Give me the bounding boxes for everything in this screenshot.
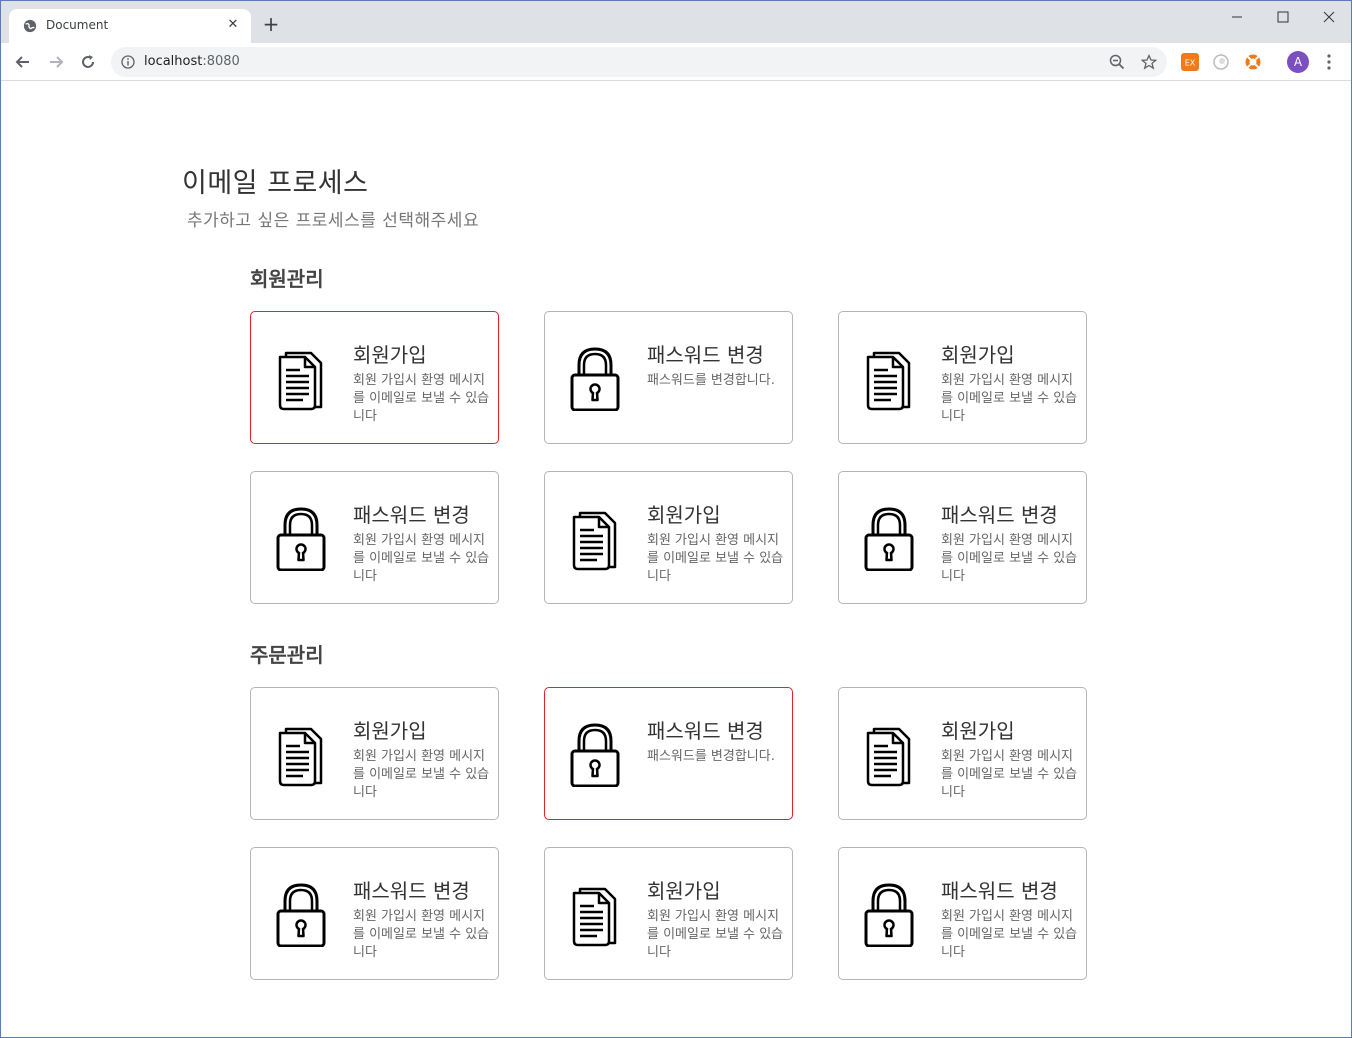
process-card[interactable]: 회원가입회원 가입시 환영 메시지를 이메일로 보낼 수 있습니다 <box>838 311 1087 444</box>
process-card[interactable]: 회원가입회원 가입시 환영 메시지를 이메일로 보낼 수 있습니다 <box>544 847 793 980</box>
document-icon <box>569 881 621 947</box>
lock-icon <box>569 345 621 412</box>
tab-document[interactable]: Document ✕ <box>9 9 251 43</box>
card-title: 회원가입 <box>647 503 721 527</box>
card-title: 회원가입 <box>941 343 1015 367</box>
card-title: 패스워드 변경 <box>941 879 1058 903</box>
card-description: 회원 가입시 환영 메시지를 이메일로 보낼 수 있습니다 <box>353 749 490 800</box>
card-description: 회원 가입시 환영 메시지를 이메일로 보낼 수 있습니다 <box>941 749 1078 800</box>
profile-avatar[interactable]: A <box>1287 51 1309 73</box>
card-title: 패스워드 변경 <box>353 879 470 903</box>
page-subtitle: 추가하고 싶은 프로세스를 선택해주세요 <box>187 211 480 231</box>
close-icon <box>1323 11 1335 23</box>
card-title: 회원가입 <box>353 719 427 743</box>
extension-eye-icon[interactable] <box>1212 53 1230 71</box>
extension-lifebuoy-icon[interactable] <box>1244 53 1262 71</box>
process-card[interactable]: 패스워드 변경회원 가입시 환영 메시지를 이메일로 보낼 수 있습니다 <box>838 471 1087 604</box>
document-icon <box>863 721 915 787</box>
card-description: 패스워드를 변경합니다. <box>647 749 775 764</box>
address-bar[interactable]: localhost:8080 <box>111 47 1167 77</box>
card-title: 패스워드 변경 <box>647 719 764 743</box>
url-text: localhost:8080 <box>144 54 240 69</box>
card-description: 회원 가입시 환영 메시지를 이메일로 보낼 수 있습니다 <box>941 909 1078 960</box>
info-icon[interactable] <box>121 55 135 69</box>
card-title: 패스워드 변경 <box>647 343 764 367</box>
reload-icon[interactable] <box>78 52 98 72</box>
close-window-button[interactable] <box>1319 7 1339 27</box>
card-description: 회원 가입시 환영 메시지를 이메일로 보낼 수 있습니다 <box>353 373 490 424</box>
section-title-member: 회원관리 <box>250 267 324 291</box>
forward-arrow-icon[interactable] <box>46 52 66 72</box>
section-title-order: 주문관리 <box>250 643 324 667</box>
process-card[interactable]: 패스워드 변경패스워드를 변경합니다. <box>544 687 793 820</box>
process-card[interactable]: 패스워드 변경회원 가입시 환영 메시지를 이메일로 보낼 수 있습니다 <box>250 471 499 604</box>
document-icon <box>275 345 327 411</box>
document-icon <box>275 721 327 787</box>
lock-icon <box>275 505 327 572</box>
card-description: 회원 가입시 환영 메시지를 이메일로 보낼 수 있습니다 <box>941 373 1078 424</box>
back-arrow-icon[interactable] <box>13 52 33 72</box>
maximize-icon <box>1277 11 1289 23</box>
process-card[interactable]: 패스워드 변경회원 가입시 환영 메시지를 이메일로 보낼 수 있습니다 <box>838 847 1087 980</box>
card-title: 패스워드 변경 <box>941 503 1058 527</box>
card-description: 회원 가입시 환영 메시지를 이메일로 보낼 수 있습니다 <box>353 533 490 584</box>
card-description: 패스워드를 변경합니다. <box>647 373 775 388</box>
close-tab-icon[interactable]: ✕ <box>225 17 241 33</box>
document-icon <box>569 505 621 571</box>
card-description: 회원 가입시 환영 메시지를 이메일로 보낼 수 있습니다 <box>353 909 490 960</box>
lock-icon <box>863 881 915 948</box>
tab-strip: Document ✕ + <box>1 1 1351 43</box>
svg-text:EX: EX <box>1185 59 1196 68</box>
bookmark-star-icon[interactable] <box>1141 54 1157 70</box>
page-title: 이메일 프로세스 <box>182 168 369 199</box>
more-menu-icon[interactable] <box>1321 52 1337 72</box>
lock-icon <box>863 505 915 572</box>
minimize-icon <box>1232 16 1242 18</box>
globe-icon <box>23 19 37 33</box>
card-description: 회원 가입시 환영 메시지를 이메일로 보낼 수 있습니다 <box>647 533 784 584</box>
process-card[interactable]: 패스워드 변경회원 가입시 환영 메시지를 이메일로 보낼 수 있습니다 <box>250 847 499 980</box>
process-card[interactable]: 회원가입회원 가입시 환영 메시지를 이메일로 보낼 수 있습니다 <box>838 687 1087 820</box>
card-description: 회원 가입시 환영 메시지를 이메일로 보낼 수 있습니다 <box>647 909 784 960</box>
extension-ex-icon[interactable]: EX <box>1181 53 1199 71</box>
process-card[interactable]: 회원가입회원 가입시 환영 메시지를 이메일로 보낼 수 있습니다 <box>250 311 499 444</box>
minimize-button[interactable] <box>1227 7 1247 27</box>
tab-title: Document <box>46 18 109 32</box>
card-title: 패스워드 변경 <box>353 503 470 527</box>
new-tab-button[interactable]: + <box>261 14 281 34</box>
browser-toolbar: localhost:8080 EX A <box>1 43 1351 81</box>
card-title: 회원가입 <box>647 879 721 903</box>
maximize-button[interactable] <box>1273 7 1293 27</box>
card-title: 회원가입 <box>941 719 1015 743</box>
process-card[interactable]: 패스워드 변경패스워드를 변경합니다. <box>544 311 793 444</box>
browser-window: Document ✕ + localhost:8080 EX A 이메일 프로세… <box>0 0 1352 1038</box>
card-description: 회원 가입시 환영 메시지를 이메일로 보낼 수 있습니다 <box>941 533 1078 584</box>
zoom-out-icon[interactable] <box>1109 54 1125 70</box>
process-card[interactable]: 회원가입회원 가입시 환영 메시지를 이메일로 보낼 수 있습니다 <box>544 471 793 604</box>
lock-icon <box>569 721 621 788</box>
lock-icon <box>275 881 327 948</box>
document-icon <box>863 345 915 411</box>
card-title: 회원가입 <box>353 343 427 367</box>
process-card[interactable]: 회원가입회원 가입시 환영 메시지를 이메일로 보낼 수 있습니다 <box>250 687 499 820</box>
